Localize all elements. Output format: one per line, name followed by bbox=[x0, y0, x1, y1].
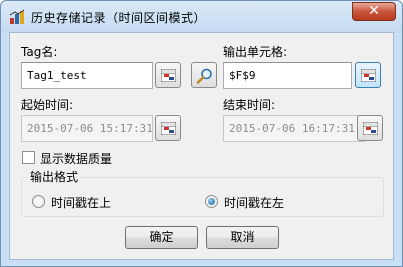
start-time-input[interactable]: 2015-07-06 15:17:31 bbox=[21, 115, 153, 142]
show-quality-label: 显示数据质量 bbox=[40, 152, 113, 166]
search-button[interactable] bbox=[191, 62, 217, 88]
output-format-title: 输出格式 bbox=[27, 168, 82, 185]
cell-picker-icon bbox=[363, 122, 378, 135]
end-time-input[interactable]: 2015-07-06 16:17:31 bbox=[223, 115, 365, 142]
window-title: 历史存储记录（时间区间模式） bbox=[31, 11, 207, 25]
radio-timestamp-left-label: 时间戳在左 bbox=[224, 196, 285, 210]
tag-name-input[interactable]: Tag1_test bbox=[21, 62, 153, 89]
tag-name-label: Tag名: bbox=[21, 45, 58, 59]
output-cell-picker-button[interactable] bbox=[355, 62, 381, 88]
close-button[interactable]: ✕ bbox=[352, 2, 396, 21]
magnifier-icon bbox=[196, 68, 212, 84]
close-icon: ✕ bbox=[368, 3, 380, 19]
dialog-window: 历史存储记录（时间区间模式） ✕ Tag名: Tag1_test 输出单元格: bbox=[0, 0, 403, 267]
radio-timestamp-top-label: 时间戳在上 bbox=[51, 196, 112, 210]
output-cell-label: 输出单元格: bbox=[223, 45, 288, 59]
end-time-label: 结束时间: bbox=[223, 98, 276, 112]
start-time-label: 起始时间: bbox=[21, 98, 74, 112]
cell-picker-icon bbox=[361, 69, 376, 82]
output-cell-input[interactable]: $F$9 bbox=[223, 62, 352, 89]
start-time-picker-button[interactable] bbox=[155, 115, 181, 141]
show-quality-checkbox[interactable] bbox=[22, 151, 35, 164]
end-time-picker-button[interactable] bbox=[357, 115, 383, 141]
radio-timestamp-top[interactable] bbox=[32, 195, 45, 208]
ok-button[interactable]: 确定 bbox=[125, 226, 198, 249]
cell-picker-icon bbox=[161, 122, 176, 135]
app-icon bbox=[9, 9, 25, 24]
dialog-body: Tag名: Tag1_test 输出单元格: $F$9 起始时间: 2015-0… bbox=[9, 32, 394, 260]
cancel-button[interactable]: 取消 bbox=[206, 226, 279, 249]
title-bar[interactable]: 历史存储记录（时间区间模式） ✕ bbox=[1, 1, 402, 33]
tag-picker-button[interactable] bbox=[155, 62, 181, 88]
radio-selected-dot bbox=[208, 198, 215, 205]
radio-timestamp-left[interactable] bbox=[205, 195, 218, 208]
cell-picker-icon bbox=[161, 69, 176, 82]
